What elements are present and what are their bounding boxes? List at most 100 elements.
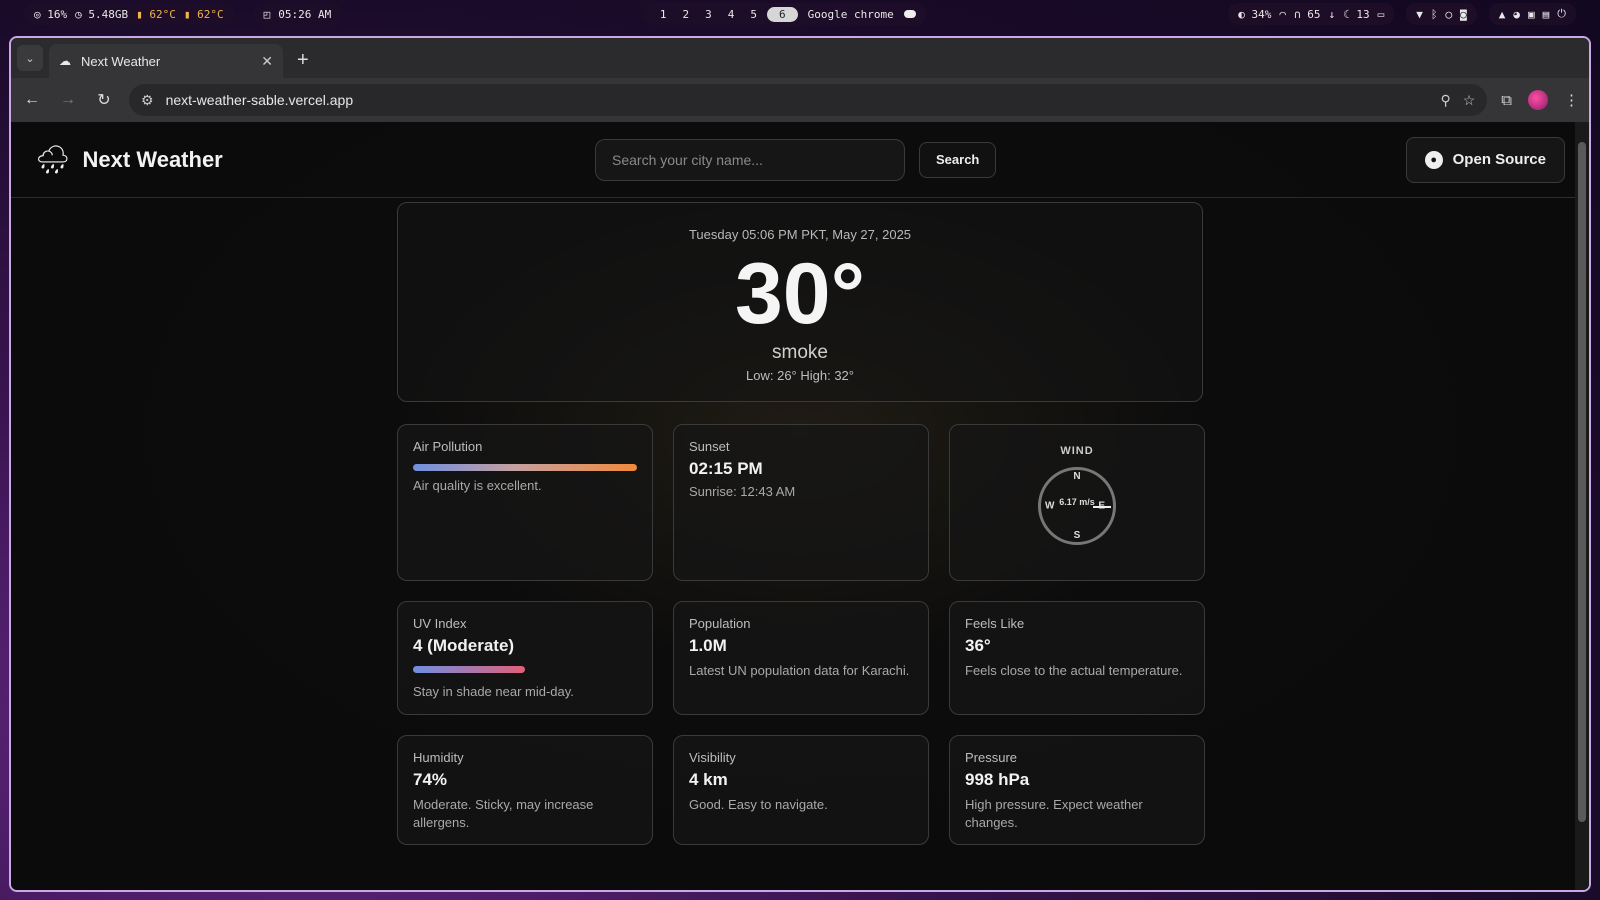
- bluetooth-icon[interactable]: ᛒ: [1431, 8, 1438, 21]
- current-temperature: 30°: [734, 246, 866, 342]
- sunset-card: Sunset 02:15 PM Sunrise: 12:43 AM: [673, 424, 929, 581]
- card-description: Moderate. Sticky, may increase allergens…: [413, 797, 594, 830]
- card-label: UV Index: [413, 616, 467, 631]
- address-bar[interactable]: ⚙ next-weather-sable.vercel.app ⚲ ☆: [129, 84, 1488, 116]
- wind-compass: N W E S 6.17 m/s: [1038, 467, 1116, 545]
- clipboard-icon[interactable]: ▤: [1543, 8, 1550, 21]
- air-quality-bar: [413, 464, 637, 471]
- open-source-label: Open Source: [1452, 151, 1546, 168]
- workspace-3[interactable]: 3: [699, 7, 718, 22]
- scrollbar-thumb[interactable]: [1578, 142, 1586, 822]
- screenshot-icon[interactable]: ▣: [1528, 8, 1535, 21]
- tab-close-icon[interactable]: ✕: [261, 53, 273, 70]
- system-tray-pill: ◐ 34% ◠ ∩ 65 ↓ ☾ 13 ▭: [1228, 3, 1395, 25]
- new-tab-button[interactable]: +: [297, 49, 309, 72]
- card-description: High pressure. Expect weather changes.: [965, 797, 1143, 830]
- visibility-card: Visibility 4 km Good. Easy to navigate.: [673, 735, 929, 845]
- power-icon[interactable]: ⏻: [1557, 7, 1566, 21]
- page-scrollbar[interactable]: [1575, 122, 1589, 890]
- clock-pill[interactable]: ◰ 05:26 AM: [253, 3, 342, 25]
- workspace-1[interactable]: 1: [654, 7, 673, 22]
- card-label: Sunset: [689, 439, 730, 454]
- card-description: Good. Easy to navigate.: [689, 797, 828, 812]
- workspace-4[interactable]: 4: [722, 7, 741, 22]
- search-button[interactable]: Search: [919, 141, 997, 178]
- tab-search-button[interactable]: ⌄: [17, 45, 43, 71]
- browser-toolbar: ← → ↻ ⚙ next-weather-sable.vercel.app ⚲ …: [11, 78, 1589, 122]
- color-picker-icon[interactable]: ◕: [1513, 8, 1520, 21]
- tab-next-weather[interactable]: ☁ Next Weather ✕: [49, 44, 283, 78]
- profile-avatar[interactable]: [1528, 90, 1548, 110]
- back-button[interactable]: ←: [21, 91, 43, 109]
- search-input[interactable]: [595, 138, 905, 181]
- system-stats-pill: ◎ 16% ◷ 5.48GB ▮ 62°C ▮ 62°C: [24, 3, 234, 25]
- extensions-icon[interactable]: ⧉: [1501, 92, 1512, 109]
- sunset-time: 02:15 PM: [689, 459, 763, 478]
- workspace-2[interactable]: 2: [676, 7, 695, 22]
- night-indicator[interactable]: ☾ 13: [1343, 8, 1370, 21]
- sunrise-time: Sunrise: 12:43 AM: [689, 484, 796, 499]
- memory-usage: ◷ 5.48GB: [75, 7, 129, 21]
- workspace-5[interactable]: 5: [744, 7, 763, 22]
- app-header: 🌧 Next Weather Search ● Open Source: [11, 122, 1589, 198]
- uv-bar: [413, 666, 525, 673]
- browser-menu-icon[interactable]: ⋮: [1564, 91, 1579, 109]
- card-description: Latest UN population data for Karachi.: [689, 663, 910, 678]
- notifications-icon[interactable]: ▲: [1499, 8, 1506, 21]
- brightness-indicator[interactable]: ◐ 34%: [1238, 8, 1271, 21]
- zoom-icon[interactable]: ⚲: [1440, 92, 1450, 109]
- site-info-icon[interactable]: ⚙: [141, 92, 154, 109]
- wind-card: WIND N W E S 6.17 m/s: [949, 424, 1205, 581]
- card-label: Humidity: [413, 750, 464, 765]
- feels-like-value: 36°: [965, 636, 991, 655]
- app-indicator-icon: [903, 10, 916, 18]
- url-text[interactable]: next-weather-sable.vercel.app: [166, 92, 1429, 108]
- clock-icon: ◰: [263, 7, 271, 21]
- open-source-button[interactable]: ● Open Source: [1405, 136, 1565, 183]
- reload-button[interactable]: ↻: [93, 90, 115, 110]
- temperature-range: Low: 26° High: 32°: [746, 368, 854, 383]
- visibility-value: 4 km: [689, 770, 728, 789]
- keyboard-icon[interactable]: ▭: [1378, 8, 1385, 21]
- compass-south: S: [1073, 530, 1081, 541]
- download-icon: ↓: [1328, 7, 1336, 21]
- card-label: WIND: [1060, 445, 1094, 457]
- headphones-indicator[interactable]: ∩ 65: [1294, 8, 1321, 21]
- wind-direction-needle: [1093, 506, 1111, 508]
- card-description: Air quality is excellent.: [413, 478, 542, 493]
- humidity-value: 74%: [413, 770, 448, 789]
- air-pollution-card: Air Pollution Air quality is excellent.: [397, 424, 653, 581]
- uv-index-card: UV Index 4 (Moderate) Stay in shade near…: [397, 601, 653, 715]
- weather-logo-icon: 🌧: [35, 144, 71, 175]
- bookmark-star-icon[interactable]: ☆: [1463, 92, 1476, 109]
- discord-icon[interactable]: ◙: [1460, 8, 1467, 21]
- uv-value: 4 (Moderate): [413, 636, 515, 655]
- web-page: 🌧 Next Weather Search ● Open Source Tues…: [11, 122, 1589, 890]
- github-icon: ●: [1424, 150, 1443, 169]
- brand[interactable]: 🌧 Next Weather: [35, 143, 595, 176]
- desktop-status-bar: ◎ 16% ◷ 5.48GB ▮ 62°C ▮ 62°C ◰ 05:26 AM …: [0, 0, 1600, 28]
- city-search: Search: [595, 138, 997, 181]
- card-description: Stay in shade near mid-day.: [413, 684, 574, 699]
- workspace-6[interactable]: 6: [766, 6, 798, 22]
- wifi-icon[interactable]: ◠: [1279, 8, 1286, 21]
- tray-apps-pill: ▼ ᛒ ◯ ◙: [1406, 3, 1477, 25]
- humidity-card: Humidity 74% Moderate. Sticky, may incre…: [397, 735, 653, 845]
- card-label: Visibility: [689, 750, 736, 765]
- wind-speed: 6.17 m/s: [1059, 497, 1095, 507]
- clock-time: 05:26 AM: [278, 7, 332, 21]
- power-controls-pill: ▲ ◕ ▣ ▤ ⏻: [1488, 3, 1576, 25]
- pressure-card: Pressure 998 hPa High pressure. Expect w…: [949, 735, 1205, 845]
- current-weather-card: Tuesday 05:06 PM PKT, May 27, 2025 30° s…: [397, 202, 1203, 402]
- card-description: Feels close to the actual temperature.: [965, 663, 1183, 678]
- cards-row-3: Humidity 74% Moderate. Sticky, may incre…: [397, 735, 1205, 845]
- whatsapp-icon[interactable]: ◯: [1446, 8, 1453, 21]
- feels-like-card: Feels Like 36° Feels close to the actual…: [949, 601, 1205, 715]
- card-label: Air Pollution: [413, 439, 483, 454]
- population-card: Population 1.0M Latest UN population dat…: [673, 601, 929, 715]
- population-value: 1.0M: [689, 636, 727, 655]
- forward-button[interactable]: →: [57, 91, 79, 109]
- weather-dashboard: Tuesday 05:06 PM PKT, May 27, 2025 30° s…: [397, 202, 1205, 845]
- wifi-tray-icon[interactable]: ▼: [1416, 8, 1423, 21]
- compass-west: W: [1045, 500, 1055, 512]
